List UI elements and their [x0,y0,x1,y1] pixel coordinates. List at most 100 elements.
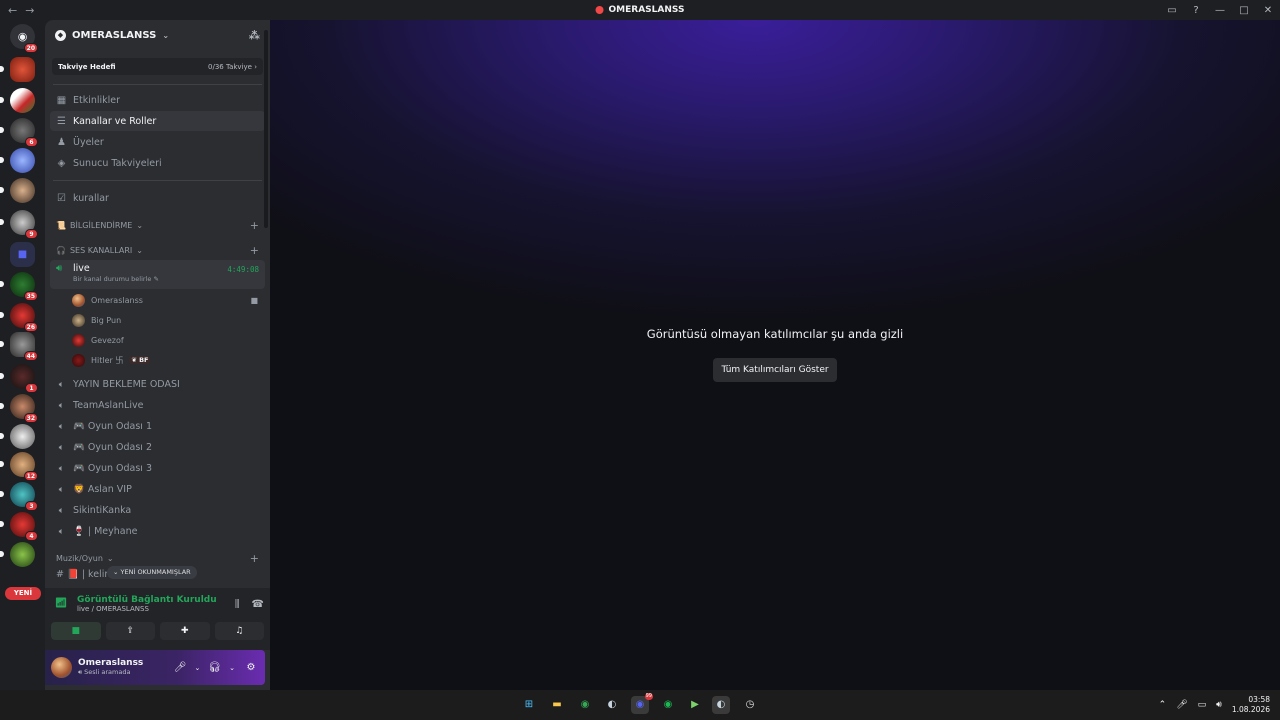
server-icon[interactable]: 44 [0,332,38,361]
sidebar-scrollbar[interactable] [264,30,268,228]
server-icon[interactable] [0,542,35,567]
discord-taskbar-icon[interactable]: ◉ 99 [631,693,653,714]
minimize-icon[interactable]: — [1208,5,1232,16]
server-icon[interactable] [0,88,35,113]
folder-icon[interactable]: ■ [10,242,35,267]
inbox-icon[interactable]: ▭ [1160,5,1184,16]
microphone-icon[interactable]: 🎤︎ [174,662,187,673]
chrome-icon[interactable]: ◉ [576,696,594,714]
voice-channel[interactable]: 🔈︎ 🦁 Aslan VIP [50,479,265,500]
media-player-icon[interactable]: ▶ [686,696,704,714]
voice-channel[interactable]: 🔈︎ 🎮 Oyun Odası 2 [50,437,265,458]
server-icon[interactable]: 6 [0,118,38,147]
add-channel-icon[interactable]: + [250,552,259,565]
server-icon[interactable]: 26 [0,303,38,332]
category-info[interactable]: 📜 BİLGİLENDİRME ⌄ + [50,215,265,235]
help-icon[interactable]: ? [1184,5,1208,16]
disconnect-icon[interactable]: ☎ [252,599,264,610]
forward-arrow-icon[interactable]: → [25,4,34,17]
server-icon[interactable]: 9 [0,210,38,239]
call-timer: 4:49:08 [227,265,259,274]
file-explorer-icon[interactable]: ▬ [548,696,566,714]
category-music[interactable]: Muzik/Oyun ⌄ + [50,548,265,568]
voice-channel-label: YAYIN BEKLEME ODASI [73,379,180,390]
volume-icon[interactable]: 🔊︎ [1216,700,1222,710]
back-arrow-icon[interactable]: ← [8,4,17,17]
activities-button[interactable]: ✚ [160,622,210,640]
voice-channel[interactable]: 🔈︎ 🎮 Oyun Odası 3 [50,458,265,479]
tray-chevron-icon[interactable]: ⌃ [1159,700,1167,710]
gear-icon[interactable]: ⚙ [243,660,259,676]
maximize-icon[interactable]: □ [1232,5,1256,16]
new-unread-pill[interactable]: YENİ [5,587,41,600]
username[interactable]: Omeraslanss [78,658,143,668]
close-icon[interactable]: ✕ [1256,5,1280,16]
voice-member[interactable]: Hitler 卐 ❦ BF [72,350,270,370]
spotify-icon[interactable]: ◉ [659,696,677,714]
voice-location[interactable]: live / OMERASLANSS [77,605,217,613]
steam-active-icon[interactable]: ◐ [712,696,730,714]
server-icon[interactable]: 12 [0,452,38,481]
server-icon[interactable] [0,424,35,449]
signal-icon[interactable]: 📶︎ [51,594,71,614]
clock[interactable]: 03:58 1.08.2026 [1232,695,1270,715]
voice-channel[interactable]: 🔈︎ YAYIN BEKLEME ODASI [50,374,265,395]
timer-app-icon[interactable]: ◷ [741,696,759,714]
server-icon[interactable]: 35 [0,272,38,301]
nav-members-label: Üyeler [73,136,104,148]
nav-events[interactable]: ▦ Etkinlikler [50,90,265,110]
avatar[interactable] [51,657,72,678]
channel-sidebar: ◆ OMERASLANSS ⌄ ⁂ Takviye Hedefi 0/36 Ta… [45,20,270,690]
channel-status-hint[interactable]: Bir kanal durumu belirle ✎ [73,275,259,283]
server-icon[interactable]: 32 [0,394,38,423]
home-button[interactable]: ◉ 20 [10,24,38,53]
server-icon[interactable]: 4 [0,512,38,541]
unread-pip [0,127,4,133]
nav-boosts[interactable]: ◈ Sunucu Takviyeleri [50,153,265,173]
nav-members[interactable]: ♟ Üyeler [50,132,265,152]
chevron-down-icon[interactable]: ⌄ [195,664,201,672]
steam-icon[interactable]: ◐ [603,696,621,714]
boost-goal-bar[interactable]: Takviye Hedefi 0/36 Takviye › [52,58,263,75]
noise-suppression-icon[interactable]: ⫼ [235,599,240,610]
screen-share-button[interactable]: ⇪ [105,622,155,640]
unread-pip [0,403,4,409]
voice-channel-live[interactable]: 🔊︎ live 4:49:08 Bir kanal durumu belirle … [50,260,265,289]
server-header[interactable]: ◆ OMERASLANSS ⌄ ⁂ [45,20,270,50]
scroll-icon: 📜 [56,220,66,230]
invite-user-icon[interactable]: ⁂ [249,29,260,42]
add-channel-icon[interactable]: + [250,219,259,232]
chevron-down-icon: ⌄ [162,30,170,40]
voice-member[interactable]: Big Pun [72,310,270,330]
camera-button[interactable]: ■ [51,622,101,640]
tray-mic-icon[interactable]: 🎤︎ [1176,700,1187,710]
server-icon[interactable]: 3 [0,482,38,511]
server-badge: 32 [23,413,38,423]
nav-channels-roles[interactable]: ☰ Kanallar ve Roller [50,111,265,131]
chevron-down-icon[interactable]: ⌄ [229,664,235,672]
server-icon[interactable] [0,148,35,173]
category-voice[interactable]: 🎧 SES KANALLARI ⌄ + [50,240,265,260]
server-icon[interactable] [0,178,35,203]
voice-status[interactable]: Görüntülü Bağlantı Kuruldu [77,595,217,605]
server-icon[interactable]: 1 [0,364,38,393]
voice-channel[interactable]: 🔈︎ SikintiKanka [50,500,265,521]
voice-channel[interactable]: 🔈︎ 🍷 | Meyhane [50,521,265,542]
rules-channel-icon: ☑ [57,192,66,204]
voice-channel[interactable]: 🔈︎ TeamAslanLive [50,395,265,416]
voice-member[interactable]: Omeraslanss ■ [72,290,270,310]
unread-pip [0,97,4,103]
speaker-icon: 🔈︎ [58,379,65,390]
unread-pill[interactable]: ⌄ YENİ OKUNMAMIŞLAR [107,566,197,579]
soundboard-button[interactable]: ♫ [214,622,264,640]
show-all-participants-button[interactable]: Tüm Katılımcıları Göster [713,358,837,382]
voice-channel[interactable]: 🔈︎ 🎮 Oyun Odası 1 [50,416,265,437]
server-icon[interactable] [0,57,35,82]
add-channel-icon[interactable]: + [250,244,259,257]
headset-icon[interactable]: 🎧︎ [208,662,221,673]
network-icon[interactable]: ▭ [1198,700,1207,710]
channel-rules[interactable]: ☑ kurallar [50,188,265,208]
voice-member[interactable]: Gevezof [72,330,270,350]
voice-channel-label: 🎮 Oyun Odası 1 [73,421,152,432]
windows-start-icon[interactable]: ⊞ [520,696,538,714]
